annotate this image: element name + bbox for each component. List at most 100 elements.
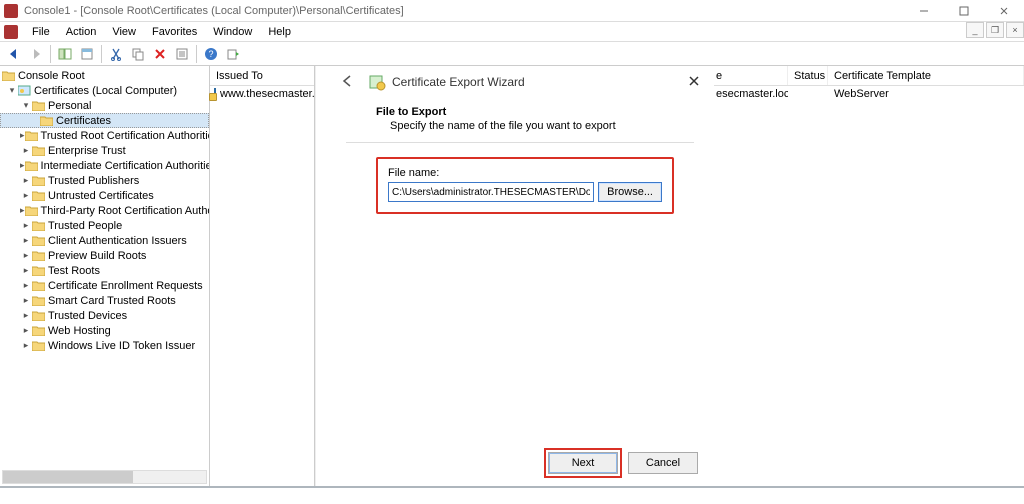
certificate-store-icon xyxy=(18,85,31,96)
tree-item[interactable]: ▸ Certificate Enrollment Requests xyxy=(0,278,209,293)
tree-item-label: Trusted People xyxy=(48,220,122,232)
cancel-button[interactable]: Cancel xyxy=(628,452,698,474)
column-status[interactable]: Status xyxy=(788,66,828,85)
tree-item[interactable]: ▸ Trusted Publishers xyxy=(0,173,209,188)
cell-status xyxy=(788,86,828,102)
tree-root[interactable]: Console Root xyxy=(0,68,209,83)
tree-item-label: Certificate Enrollment Requests xyxy=(48,280,203,292)
folder-icon xyxy=(32,235,45,246)
properties-button[interactable] xyxy=(77,44,97,64)
tree-item[interactable]: ▸Third-Party Root Certification Authorit… xyxy=(0,203,209,218)
tree-item-label: Trusted Publishers xyxy=(48,175,139,187)
list-row[interactable]: www.thesecmaster.l xyxy=(210,86,314,102)
folder-icon xyxy=(25,160,38,171)
menu-file[interactable]: File xyxy=(24,24,58,40)
close-button[interactable] xyxy=(984,0,1024,22)
menubar: File Action View Favorites Window Help _… xyxy=(0,22,1024,42)
child-restore-button[interactable]: ❐ xyxy=(986,22,1004,38)
expander-icon[interactable]: ▾ xyxy=(6,85,18,96)
folder-icon xyxy=(32,265,45,276)
folder-icon xyxy=(25,205,38,216)
cell-template: WebServer xyxy=(828,86,1024,102)
menu-favorites[interactable]: Favorites xyxy=(144,24,205,40)
tree-item-label: Preview Build Roots xyxy=(48,250,146,262)
tree-certificates[interactable]: Certificates xyxy=(0,113,209,128)
nav-forward-button[interactable] xyxy=(26,44,46,64)
maximize-button[interactable] xyxy=(944,0,984,22)
tree-item-label: Test Roots xyxy=(48,265,100,277)
tree-item[interactable]: ▸Web Hosting xyxy=(0,323,209,338)
nav-back-button[interactable] xyxy=(4,44,24,64)
menu-view[interactable]: View xyxy=(104,24,144,40)
menu-window[interactable]: Window xyxy=(205,24,260,40)
tree-personal[interactable]: ▾ Personal xyxy=(0,98,209,113)
tree-root-label: Console Root xyxy=(18,70,85,82)
options-button[interactable] xyxy=(172,44,192,64)
help-button[interactable]: ? xyxy=(201,44,221,64)
column-e[interactable]: e xyxy=(710,66,788,85)
tree-item[interactable]: ▸Intermediate Certification Authorities xyxy=(0,158,209,173)
folder-icon xyxy=(32,325,45,336)
expander-icon[interactable]: ▸ xyxy=(20,250,32,261)
tree-item[interactable]: ▸ Trusted People xyxy=(0,218,209,233)
tree-item[interactable]: ▸Smart Card Trusted Roots xyxy=(0,293,209,308)
tree-item-label: Trusted Devices xyxy=(48,310,127,322)
expander-icon[interactable]: ▸ xyxy=(20,235,32,246)
titlebar: Console1 - [Console Root\Certificates (L… xyxy=(0,0,1024,22)
expander-icon[interactable]: ▸ xyxy=(20,325,32,336)
minimize-button[interactable] xyxy=(904,0,944,22)
child-close-button[interactable]: × xyxy=(1006,22,1024,38)
expander-icon[interactable]: ▸ xyxy=(20,175,32,186)
next-button[interactable]: Next xyxy=(548,452,618,474)
wizard-back-button[interactable] xyxy=(332,70,362,95)
expander-icon[interactable]: ▸ xyxy=(20,190,32,201)
tree-certs-local[interactable]: ▾ Certificates (Local Computer) xyxy=(0,83,209,98)
tree-item[interactable]: ▸Client Authentication Issuers xyxy=(0,233,209,248)
expander-icon[interactable]: ▾ xyxy=(20,100,32,111)
tree-item[interactable]: ▸Trusted Root Certification Authorities xyxy=(0,128,209,143)
export-button[interactable] xyxy=(223,44,243,64)
certificate-export-wizard: Certificate Export Wizard File to Export… xyxy=(315,66,714,486)
expander-icon[interactable]: ▸ xyxy=(20,340,32,351)
expander-icon[interactable]: ▸ xyxy=(20,280,32,291)
column-template[interactable]: Certificate Template xyxy=(828,66,1024,85)
toolbar-separator xyxy=(196,45,197,63)
tree-item[interactable]: ▸Enterprise Trust xyxy=(0,143,209,158)
menu-action[interactable]: Action xyxy=(58,24,105,40)
expander-icon[interactable]: ▸ xyxy=(20,265,32,276)
tree-item[interactable]: ▸ Trusted Devices xyxy=(0,308,209,323)
file-name-label: File name: xyxy=(388,167,662,179)
show-hide-tree-button[interactable] xyxy=(55,44,75,64)
expander-icon[interactable]: ▸ xyxy=(20,310,32,321)
copy-button[interactable] xyxy=(128,44,148,64)
browse-button[interactable]: Browse... xyxy=(598,182,662,202)
delete-button[interactable] xyxy=(150,44,170,64)
expander-icon[interactable]: ▸ xyxy=(20,295,32,306)
cut-button[interactable] xyxy=(106,44,126,64)
tree-item[interactable]: ▸ Windows Live ID Token Issuer xyxy=(0,338,209,353)
list-header-issued-to[interactable]: Issued To xyxy=(210,66,314,86)
main-area: Console Root ▾ Certificates (Local Compu… xyxy=(0,66,1024,486)
tree-item[interactable]: ▸ Test Roots xyxy=(0,263,209,278)
wizard-close-button[interactable] xyxy=(682,72,706,92)
folder-icon xyxy=(32,190,45,201)
menu-help[interactable]: Help xyxy=(260,24,299,40)
folder-icon xyxy=(32,100,45,111)
section-description: Specify the name of the file you want to… xyxy=(390,120,674,132)
tree-item[interactable]: ▸Untrusted Certificates xyxy=(0,188,209,203)
child-minimize-button[interactable]: _ xyxy=(966,22,984,38)
tree-item-label: Intermediate Certification Authorities xyxy=(41,160,210,172)
folder-icon xyxy=(32,310,45,321)
horizontal-scrollbar[interactable] xyxy=(2,470,207,484)
folder-icon xyxy=(32,250,45,261)
scrollbar-thumb[interactable] xyxy=(3,471,133,483)
expander-icon[interactable]: ▸ xyxy=(20,145,32,156)
tree-item-label: Windows Live ID Token Issuer xyxy=(48,340,195,352)
toolbar-separator xyxy=(50,45,51,63)
wizard-title: Certificate Export Wizard xyxy=(392,75,525,89)
wizard-header: Certificate Export Wizard xyxy=(316,66,714,98)
file-name-input[interactable] xyxy=(388,182,594,202)
expander-icon[interactable]: ▸ xyxy=(20,220,32,231)
folder-icon xyxy=(40,115,53,126)
tree-item[interactable]: ▸ Preview Build Roots xyxy=(0,248,209,263)
